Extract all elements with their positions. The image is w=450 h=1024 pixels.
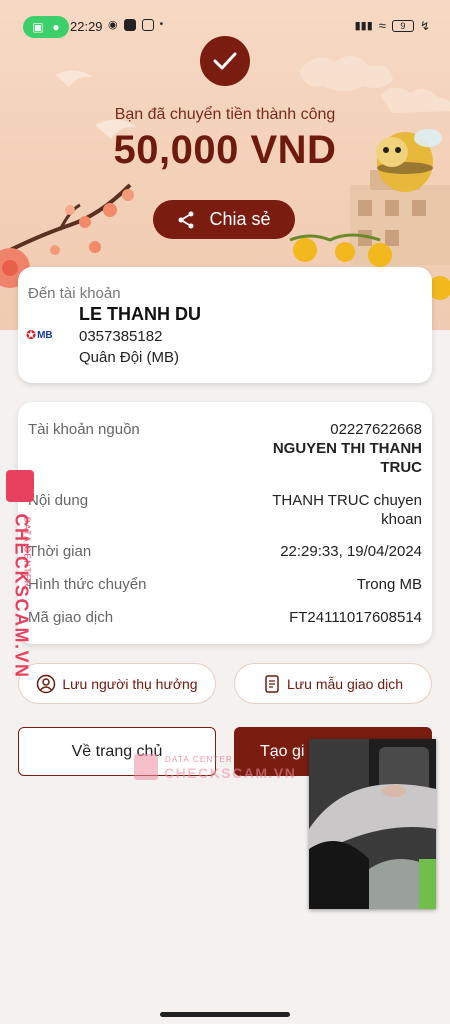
charging-icon: ↯ [419,18,430,33]
lock-icon [134,754,158,780]
content-row: Nội dung THANH TRUC chuyen khoan [28,492,422,534]
source-account-number: 02227622668 [330,421,422,438]
method-value: Trong MB [356,576,422,593]
dot-icon: • [159,19,164,30]
transaction-details-card: Tài khoản nguồn 02227622668 NGUYEN THI T… [18,402,432,644]
time-row: Thời gian 22:29:33, 19/04/2024 [28,543,422,563]
video-icon [141,18,154,31]
battery-icon: 9 [391,19,414,32]
success-message: Bạn đã chuyển tiền thành công [114,106,336,123]
save-template-button[interactable]: Lưu mẫu giao dịch [234,663,432,704]
recipient-bank-name: Quân Đội (MB) [79,349,180,366]
microphone-icon: ● [52,20,60,34]
time-value: 22:29:33, 19/04/2024 [280,543,422,560]
transaction-id-label: Mã giao dịch [28,609,114,626]
recipient-name: LE THANH DU [79,304,201,324]
camera-preview-overlay[interactable] [309,739,436,909]
mb-logo-text: MB [37,329,53,341]
signal-icon: ▮▮▮ [354,20,373,32]
transaction-id-row: Mã giao dịch FT24111017608514 [28,609,422,629]
watermark-center-brand: CHECKSCAM.VN [164,765,297,781]
recipient-card: Đến tài khoản ✪ MB LE THANH DU 0357385182… [18,267,432,383]
source-name-line1: NGUYEN THI THANH [272,440,422,457]
transfer-amount: 50,000 VND [113,128,337,172]
watermark-center-subtitle: DATA CENTER [165,755,234,764]
share-button[interactable]: Chia sẻ [153,200,295,239]
battery-level: 9 [400,20,406,31]
checkscam-watermark-side: DATA CENTER CHECKSCAM.VN [4,470,38,679]
recipient-label: Đến tài khoản [28,285,121,302]
mb-bank-logo: ✪ MB [26,328,53,342]
share-label: Chia sẻ [209,209,271,229]
method-label: Hình thức chuyển [28,576,147,593]
method-row: Hình thức chuyển Trong MB [28,576,422,596]
source-name-line2: TRUC [380,459,422,476]
status-time: 22:29 [70,19,103,34]
recipient-account-number: 0357385182 [79,328,163,345]
watermark-brand: CHECKSCAM.VN [11,513,32,679]
camera-icon: ▣ [32,20,44,34]
transaction-id-value: FT24111017608514 [289,609,422,626]
messenger-icon: ◉ [108,19,118,31]
share-icon [178,211,194,228]
recording-indicator: ▣ ● [23,16,69,38]
document-icon [265,674,279,693]
app-icon [123,18,136,31]
save-beneficiary-button[interactable]: Lưu người thụ hưởng [18,663,216,704]
save-template-label: Lưu mẫu giao dịch [287,675,403,692]
checkscam-watermark-center: DATA CENTER CHECKSCAM.VN [134,754,295,784]
lock-icon [6,470,34,502]
content-line2: khoan [381,511,422,528]
content-line1: THANH TRUC chuyen [272,492,422,509]
source-account-row: Tài khoản nguồn 02227622668 NGUYEN THI T… [28,421,422,481]
camera-preview-image [309,739,436,909]
user-icon [37,674,56,693]
success-check-icon [200,36,250,86]
home-indicator[interactable] [160,1012,290,1017]
source-account-label: Tài khoản nguồn [28,421,140,438]
wifi-icon: ≈ [378,18,386,33]
save-beneficiary-label: Lưu người thụ hưởng [62,675,198,692]
